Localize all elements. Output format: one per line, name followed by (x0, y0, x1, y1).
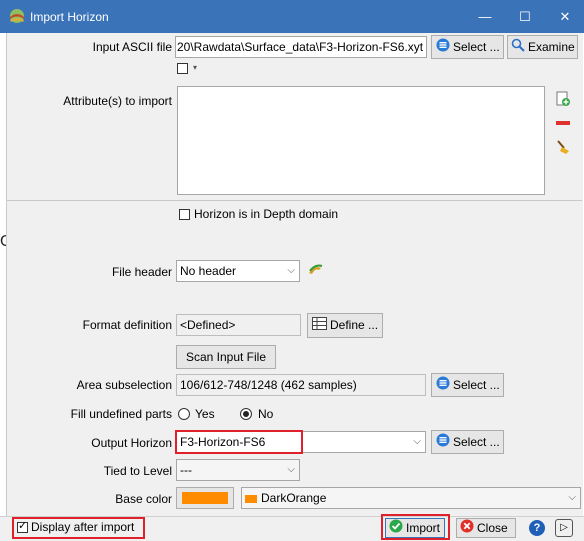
help-button[interactable]: ? (529, 520, 545, 536)
chevron-down-icon: ⌵ (287, 464, 295, 475)
input-file-select-button[interactable]: Select ... (431, 35, 504, 59)
chevron-down-icon: ⌵ (287, 265, 295, 276)
play-icon: ▷ (560, 522, 568, 533)
maximize-button[interactable]: ☐ (506, 0, 544, 33)
base-color-name: DarkOrange (261, 491, 327, 505)
fill-undefined-label: Fill undefined parts (70, 407, 172, 421)
area-subselection-label: Area subselection (76, 378, 172, 392)
attribute-select-checkbox[interactable] (177, 63, 188, 74)
run-script-button[interactable]: ▷ (555, 519, 573, 537)
section-divider (6, 200, 582, 201)
checkbox-dropdown-icon[interactable]: ▾ (193, 63, 197, 72)
format-definition-field: <Defined> (176, 314, 301, 336)
scan-input-file-button[interactable]: Scan Input File (176, 345, 276, 369)
base-color-label: Base color (115, 492, 172, 506)
select-list-icon (436, 375, 450, 397)
define-button-label: Define ... (330, 318, 379, 332)
chevron-down-icon: ⌵ (413, 436, 421, 447)
close-button[interactable]: Close (456, 518, 516, 538)
define-button[interactable]: Define ... (307, 313, 383, 338)
minimize-button[interactable]: — (466, 0, 504, 33)
remove-attribute-icon[interactable] (555, 115, 571, 134)
color-chip (245, 494, 257, 503)
fill-no-radio[interactable] (240, 408, 252, 420)
base-color-swatch-button[interactable] (176, 487, 234, 509)
output-horizon-label: Output Horizon (91, 436, 172, 450)
display-after-import-highlight (12, 517, 145, 539)
chevron-down-icon: ⌵ (568, 492, 576, 503)
close-button-label: Close (477, 521, 508, 535)
close-circle-icon (460, 519, 474, 538)
title-bar: Import Horizon — ☐ ✕ (0, 0, 584, 33)
output-select-button[interactable]: Select ... (431, 430, 504, 454)
input-ascii-label: Input ASCII file (92, 40, 172, 54)
examine-button-label: Examine (528, 40, 575, 54)
base-color-combobox[interactable]: DarkOrange ⌵ (241, 487, 581, 509)
area-subselection-field: 106/612-748/1248 (462 samples) (176, 374, 426, 396)
tied-to-level-label: Tied to Level (103, 464, 172, 478)
table-grid-icon (312, 315, 327, 337)
help-icon: ? (533, 522, 541, 534)
output-horizon-highlight (175, 430, 303, 454)
select-list-icon (436, 432, 450, 454)
file-header-value: No header (180, 264, 237, 278)
input-ascii-field[interactable]: 20\Rawdata\Surface_data\F3-Horizon-FS6.x… (175, 36, 427, 58)
fill-no-label: No (258, 407, 274, 421)
tied-to-level-select[interactable]: --- ⌵ (176, 459, 300, 481)
base-color-swatch (182, 492, 228, 504)
depth-domain-checkbox[interactable] (179, 209, 190, 220)
file-header-select[interactable]: No header ⌵ (176, 260, 300, 282)
file-header-edit-icon[interactable] (304, 259, 326, 281)
fill-yes-label: Yes (195, 407, 215, 421)
tied-to-level-value: --- (180, 463, 192, 477)
examine-button[interactable]: Examine (507, 35, 578, 59)
add-attribute-icon[interactable] (555, 91, 571, 110)
window-title: Import Horizon (30, 10, 109, 24)
radio-selected-dot (243, 411, 249, 417)
file-header-label: File header (111, 265, 172, 279)
depth-domain-label: Horizon is in Depth domain (194, 207, 339, 221)
magnifier-icon (511, 37, 525, 59)
close-window-button[interactable]: ✕ (546, 0, 584, 33)
select-button-label: Select ... (453, 40, 500, 54)
output-select-label: Select ... (453, 435, 500, 449)
area-select-label: Select ... (453, 378, 500, 392)
format-definition-label: Format definition (82, 318, 172, 332)
select-list-icon (436, 37, 450, 59)
clear-attributes-broom-icon[interactable] (555, 139, 571, 158)
fill-yes-radio[interactable] (178, 408, 190, 420)
app-icon (9, 8, 25, 24)
area-select-button[interactable]: Select ... (431, 373, 504, 397)
attributes-list[interactable] (177, 86, 545, 195)
import-button-highlight (381, 514, 450, 540)
attributes-label: Attribute(s) to import (63, 94, 172, 108)
